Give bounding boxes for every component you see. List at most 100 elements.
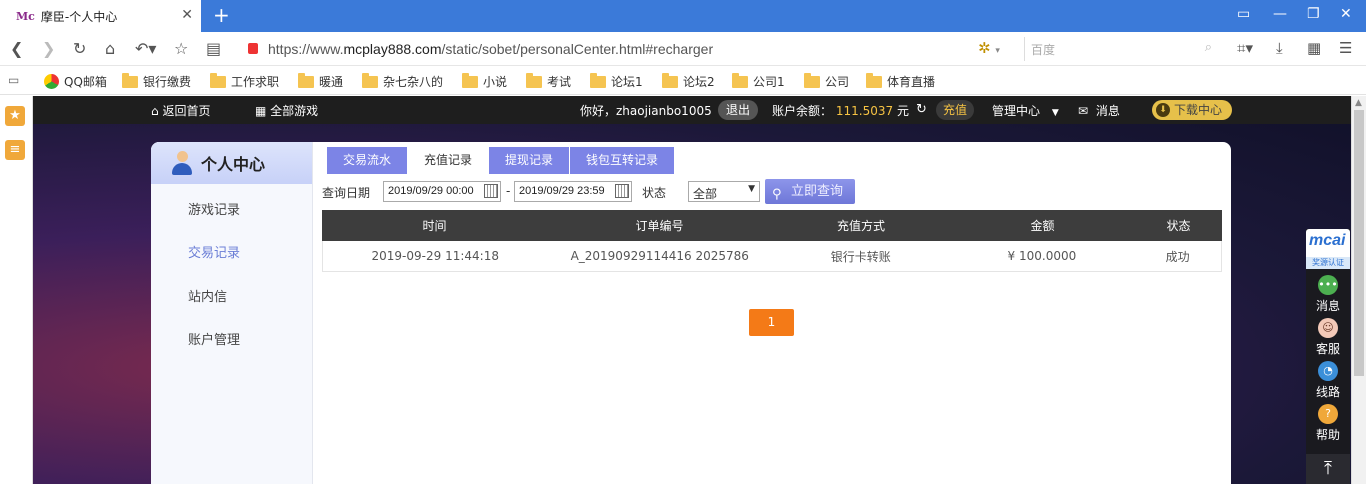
back-to-top-icon[interactable]: ⤒ <box>1306 454 1350 484</box>
tab-transaction-flow[interactable]: 交易流水 <box>327 147 408 174</box>
balance-label: 账户余额： <box>772 104 833 118</box>
download-center-button[interactable]: 下载中心 <box>1152 100 1232 120</box>
bookmark-folder[interactable]: 论坛1 <box>590 72 643 90</box>
recharge-table: 时间 订单编号 充值方式 金额 状态 2019-09-29 11:44:18 A… <box>322 210 1222 272</box>
extension-bee-icon[interactable]: ✲ ▾ <box>978 39 1000 57</box>
bookmark-folder[interactable]: 工作求职 <box>210 72 279 90</box>
sidebar-toggle-icon[interactable]: ▭ <box>8 73 19 87</box>
calendar-icon[interactable] <box>484 184 498 198</box>
sidebar-item-inbox[interactable]: 站内信 <box>188 286 227 305</box>
bookmark-folder[interactable]: 公司 <box>804 72 849 90</box>
tab-withdrawal-records[interactable]: 提现记录 <box>489 147 570 174</box>
tab-list-icon[interactable]: ▭ <box>1237 6 1250 22</box>
url-field[interactable]: https://www.mcplay888.com/static/sobet/p… <box>268 41 713 57</box>
close-window-icon[interactable]: ✕ <box>1340 6 1352 22</box>
pagination-page-1[interactable]: 1 <box>749 309 794 336</box>
star-icon[interactable]: ☆ <box>174 39 188 58</box>
recharge-button[interactable]: 充值 <box>936 100 974 120</box>
logout-button[interactable]: 退出 <box>718 100 758 120</box>
reader-icon[interactable]: ▤ <box>206 39 221 58</box>
admin-center-menu[interactable]: 管理中心 ▼ <box>992 102 1059 119</box>
apps-icon[interactable]: ▦ <box>1307 39 1321 57</box>
toolbar-lines-label: 线路 <box>1315 385 1340 399</box>
bookmark-folder[interactable]: 论坛2 <box>662 72 715 90</box>
bookmark-label: 论坛2 <box>683 75 715 89</box>
balance: 账户余额： 111.5037 元 <box>772 102 909 119</box>
bookmark-qqmail[interactable]: QQ邮箱 <box>44 73 107 90</box>
browser-titlebar: Mc 摩臣-个人中心 ✕ + ▭ — ❐ ✕ <box>0 0 1366 32</box>
search-box[interactable]: 百度 ⌕ <box>1024 37 1218 61</box>
page-scrollbar[interactable]: ▲ <box>1351 96 1366 484</box>
bookmark-folder[interactable]: 小说 <box>462 72 508 90</box>
filter-bar: 查询日期 2019/09/29 00:00 - 2019/09/29 23:59… <box>322 178 1224 206</box>
refresh-balance-icon[interactable]: ↻ <box>916 102 927 117</box>
sidebar-title: 个人中心 <box>201 155 266 174</box>
bookmark-label: 论坛1 <box>611 75 643 89</box>
calendar-icon[interactable] <box>615 184 629 198</box>
search-icon: ⚲ <box>772 187 782 202</box>
record-tabs: 交易流水 充值记录 提现记录 钱包互转记录 <box>327 147 675 174</box>
restore-icon[interactable]: ❐ <box>1307 6 1320 22</box>
bookmark-label: QQ邮箱 <box>64 75 107 89</box>
bookmark-label: 体育直播 <box>887 75 936 89</box>
personal-center-panel: 个人中心 游戏记录 交易记录 站内信 账户管理 交易流水 充值记录 提现记录 钱… <box>151 142 1231 484</box>
browser-side-strip: ★ ≡ <box>0 96 33 484</box>
screenshot-icon[interactable]: ⌗▾ <box>1237 39 1253 57</box>
status-select[interactable]: 全部 ▼ <box>688 181 760 202</box>
column-header-status: 状态 <box>1166 219 1191 233</box>
bookmark-folder[interactable]: 公司1 <box>732 72 785 90</box>
tab-title: 摩臣-个人中心 <box>40 9 118 24</box>
toolbar-customer-service[interactable]: ☺ 客服 <box>1306 318 1350 357</box>
reload-icon[interactable]: ↻ <box>73 39 86 58</box>
bookmark-label: 小说 <box>483 75 508 89</box>
toolbar-lines[interactable]: ◔ 线路 <box>1306 361 1350 400</box>
home-link[interactable]: ⌂ 返回首页 <box>151 102 210 119</box>
folder-icon <box>732 72 748 88</box>
forward-icon[interactable]: ❯ <box>42 39 55 58</box>
messages-link[interactable]: ✉ 消息 <box>1078 102 1120 119</box>
bookmark-folder[interactable]: 暖通 <box>298 72 343 90</box>
notes-icon[interactable]: ≡ <box>5 140 25 160</box>
close-tab-icon[interactable]: ✕ <box>181 7 193 23</box>
site-top-nav: ⌂ 返回首页 ▦ 全部游戏 你好，zhaojianbo1005 退出 账户余额：… <box>33 96 1351 124</box>
right-floating-toolbar: mcai 奖源认证 ••• 消息 ☺ 客服 ◔ 线路 ? 帮助 ⤒ <box>1306 229 1350 484</box>
sidebar-item-game-records[interactable]: 游戏记录 <box>188 199 240 218</box>
folder-icon <box>590 72 606 88</box>
bookmark-label: 考试 <box>547 75 572 89</box>
back-icon[interactable]: ❮ <box>10 39 23 58</box>
sidebar-item-account[interactable]: 账户管理 <box>188 329 240 348</box>
new-tab-icon[interactable]: + <box>213 3 230 27</box>
tab-wallet-transfer-records[interactable]: 钱包互转记录 <box>570 147 675 174</box>
home-link-label: 返回首页 <box>162 104 211 118</box>
mcai-badge[interactable]: mcai 奖源认证 <box>1306 229 1350 269</box>
folder-icon <box>362 72 378 88</box>
toolbar-messages[interactable]: ••• 消息 <box>1306 275 1350 314</box>
browser-tab[interactable]: Mc 摩臣-个人中心 ✕ <box>0 0 201 32</box>
home-icon[interactable]: ⌂ <box>105 39 115 58</box>
bookmark-label: 公司1 <box>753 75 785 89</box>
scrollbar-thumb[interactable] <box>1354 110 1364 376</box>
all-games-link[interactable]: ▦ 全部游戏 <box>255 102 318 119</box>
chat-bubble-icon: ••• <box>1318 275 1338 295</box>
start-date-input[interactable]: 2019/09/29 00:00 <box>383 181 501 202</box>
scroll-up-arrow-icon[interactable]: ▲ <box>1355 98 1362 108</box>
page-viewport: ⌂ 返回首页 ▦ 全部游戏 你好，zhaojianbo1005 退出 账户余额：… <box>33 96 1351 484</box>
query-button[interactable]: ⚲ 立即查询 <box>765 179 855 204</box>
bookmark-folder[interactable]: 考试 <box>526 72 572 90</box>
bookmark-folder[interactable]: 体育直播 <box>866 72 936 90</box>
favorites-star-icon[interactable]: ★ <box>5 106 25 126</box>
bookmark-folder[interactable]: 杂七杂八的 <box>362 72 444 90</box>
folder-icon <box>804 72 820 88</box>
end-date-input[interactable]: 2019/09/29 23:59 <box>514 181 632 202</box>
mcai-subtitle: 奖源认证 <box>1306 257 1350 269</box>
toolbar-help[interactable]: ? 帮助 <box>1306 404 1350 443</box>
minimize-icon[interactable]: — <box>1273 6 1287 22</box>
tab-recharge-records[interactable]: 充值记录 <box>408 147 489 174</box>
bookmark-label: 杂七杂八的 <box>383 75 444 89</box>
sidebar-item-transaction-records[interactable]: 交易记录 <box>188 242 240 261</box>
undo-icon[interactable]: ↶▾ <box>135 39 156 58</box>
bookmark-folder[interactable]: 银行缴费 <box>122 72 191 90</box>
menu-icon[interactable]: ☰ <box>1339 39 1352 57</box>
search-icon[interactable]: ⌕ <box>1205 40 1212 55</box>
download-icon[interactable]: ⤓ <box>1276 39 1283 57</box>
